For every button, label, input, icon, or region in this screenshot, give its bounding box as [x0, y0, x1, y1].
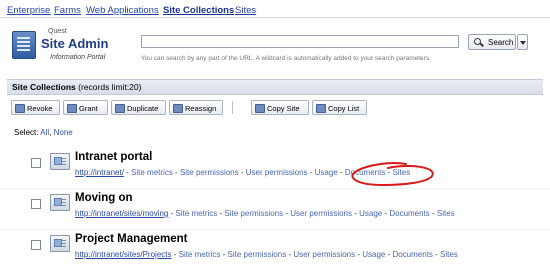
site-permissions-link[interactable]: Site permissions — [180, 168, 239, 177]
search-button-label: Search — [488, 38, 514, 47]
nav-site-collections[interactable]: Site Collections — [163, 5, 234, 16]
site-name: Moving on — [75, 192, 133, 204]
site-row: Intranet portal http://intranet/ - Site … — [0, 151, 550, 191]
site-name: Project Management — [75, 233, 188, 245]
documents-link[interactable]: Documents — [392, 250, 432, 259]
select-label: Select: — [14, 128, 39, 137]
sites-link[interactable]: Sites — [437, 209, 455, 218]
site-checkbox[interactable] — [31, 199, 41, 209]
site-links: http://intranet/sites/Projects - Site me… — [75, 250, 458, 259]
usage-link[interactable]: Usage — [315, 168, 338, 177]
copy-site-button[interactable]: Copy Site — [251, 100, 309, 115]
nav-farms[interactable]: Farms — [54, 5, 81, 16]
reassign-label: Reassign — [185, 104, 217, 113]
logo-brand: Quest — [48, 28, 67, 35]
top-nav: Enterprise Farms Web Applications Site C… — [0, 0, 550, 18]
site-collection-icon — [50, 194, 70, 211]
documents-link[interactable]: Documents — [345, 168, 385, 177]
documents-link[interactable]: Documents — [389, 209, 429, 218]
nav-divider — [0, 17, 550, 18]
search-hint: You can search by any part of the URL. A… — [141, 55, 431, 62]
reassign-icon — [173, 104, 183, 113]
site-checkbox[interactable] — [31, 158, 41, 168]
user-permissions-link[interactable]: User permissions — [290, 209, 352, 218]
duplicate-button[interactable]: Duplicate — [111, 100, 166, 115]
section-header: Site Collections (records limit:20) — [7, 79, 543, 95]
copy-list-icon — [316, 104, 326, 113]
select-all-link[interactable]: All — [40, 128, 49, 137]
site-url-link[interactable]: http://intranet/ — [75, 168, 124, 177]
site-name: Intranet portal — [75, 151, 153, 163]
logo-subtitle: Information Portal — [50, 54, 106, 61]
nav-web-applications[interactable]: Web Applications — [86, 5, 159, 16]
grant-label: Grant — [79, 104, 98, 113]
copy-site-label: Copy Site — [267, 104, 300, 113]
actions-toolbar: Revoke Grant Duplicate Reassign Copy Sit… — [7, 98, 543, 118]
row-divider — [0, 229, 550, 230]
usage-link[interactable]: Usage — [359, 209, 382, 218]
site-metrics-link[interactable]: Site metrics — [179, 250, 221, 259]
search-options-dropdown[interactable] — [517, 34, 528, 50]
user-permissions-link[interactable]: User permissions — [246, 168, 308, 177]
site-metrics-link[interactable]: Site metrics — [176, 209, 218, 218]
revoke-icon — [15, 104, 25, 113]
nav-sites[interactable]: Sites — [235, 5, 256, 16]
site-row: Moving on http://intranet/sites/moving -… — [0, 192, 550, 232]
site-admin-logo-icon — [12, 31, 36, 59]
site-permissions-link[interactable]: Site permissions — [224, 209, 283, 218]
site-links: http://intranet/ - Site metrics - Site p… — [75, 168, 411, 177]
duplicate-label: Duplicate — [127, 104, 159, 113]
site-metrics-link[interactable]: Site metrics — [131, 168, 173, 177]
site-url-link[interactable]: http://intranet/sites/moving — [75, 209, 168, 218]
site-collection-icon — [50, 153, 70, 170]
site-collection-icon — [50, 235, 70, 252]
records-limit: (records limit:20) — [78, 82, 142, 92]
search-button[interactable]: Search — [468, 34, 516, 50]
logo-title: Site Admin — [41, 36, 109, 51]
site-permissions-link[interactable]: Site permissions — [228, 250, 287, 259]
search-icon — [474, 38, 481, 45]
copy-site-icon — [255, 104, 265, 113]
reassign-button[interactable]: Reassign — [169, 100, 223, 115]
revoke-button[interactable]: Revoke — [11, 100, 60, 115]
copy-list-label: Copy List — [328, 104, 360, 113]
user-permissions-link[interactable]: User permissions — [293, 250, 355, 259]
grant-button[interactable]: Grant — [63, 100, 108, 115]
search-input[interactable] — [141, 35, 459, 48]
site-row: Project Management http://intranet/sites… — [0, 233, 550, 273]
grant-icon — [67, 104, 77, 113]
row-divider — [0, 188, 550, 189]
site-url-link[interactable]: http://intranet/sites/Projects — [75, 250, 172, 259]
section-title: Site Collections — [12, 82, 76, 92]
copy-list-button[interactable]: Copy List — [312, 100, 367, 115]
toolbar-separator — [232, 101, 233, 114]
duplicate-icon — [115, 104, 125, 113]
sites-link[interactable]: Sites — [392, 168, 410, 177]
sites-link[interactable]: Sites — [440, 250, 458, 259]
nav-enterprise[interactable]: Enterprise — [7, 5, 50, 16]
site-links: http://intranet/sites/moving - Site metr… — [75, 209, 455, 218]
revoke-label: Revoke — [27, 104, 53, 113]
app-logo: Quest Site Admin Information Portal — [6, 25, 121, 71]
select-none-link[interactable]: None — [54, 128, 73, 137]
select-separator: , — [49, 128, 52, 137]
usage-link[interactable]: Usage — [362, 250, 385, 259]
site-checkbox[interactable] — [31, 240, 41, 250]
select-row: Select: All, None — [14, 128, 73, 137]
